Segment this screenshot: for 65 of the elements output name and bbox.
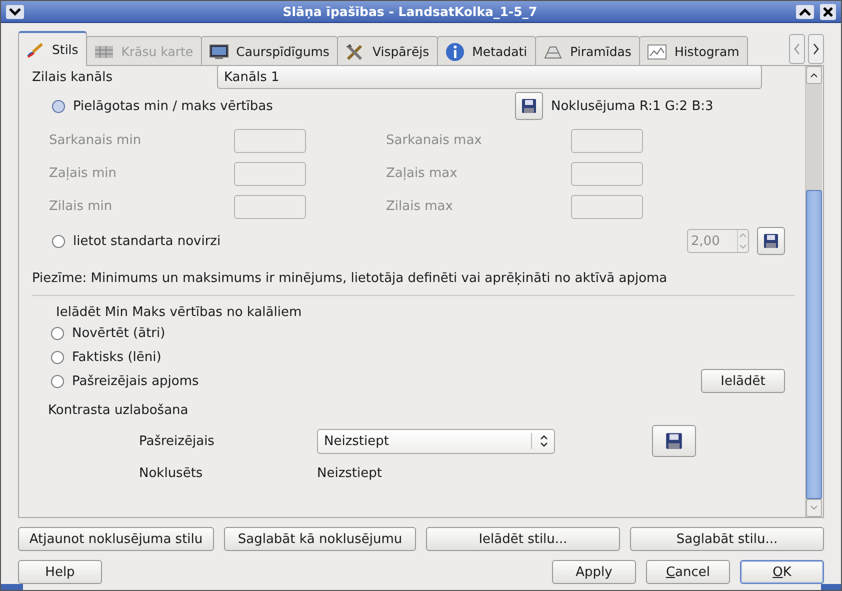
dialog-button[interactable]: Cancel <box>646 560 730 584</box>
style-button[interactable]: Atjaunot noklusējuma stilu <box>18 527 214 551</box>
radio-button[interactable] <box>52 234 65 248</box>
style-button[interactable]: Saglabāt stilu... <box>630 527 824 551</box>
scrollbar[interactable] <box>805 66 822 517</box>
tab[interactable]: Stils <box>18 31 88 66</box>
chart-icon <box>647 44 668 60</box>
radio-label: Pielāgotas min / maks vērtības <box>73 98 273 114</box>
input-field[interactable] <box>234 162 306 186</box>
field-label: Zaļais min <box>49 166 118 181</box>
chevron-down-icon[interactable] <box>6 4 24 18</box>
radio-button[interactable] <box>52 100 65 112</box>
chevron-right-icon[interactable] <box>808 34 824 64</box>
window-title: Slāņa īpašības - LandsatKolka_1-5_7 <box>282 4 538 19</box>
grid-icon <box>94 44 114 60</box>
channel-dropdown[interactable]: Kanāls 1 <box>217 66 762 89</box>
dialog-button[interactable]: OK <box>740 560 824 584</box>
dialog-button[interactable]: Apply <box>552 560 636 584</box>
field-label: Zilais min <box>49 199 114 214</box>
field-value: Neizstiept <box>317 466 382 480</box>
close-icon[interactable] <box>820 4 836 20</box>
contrast-dropdown[interactable]: Neizstiept <box>317 428 555 454</box>
radio-label: Faktisks (lēni) <box>72 350 162 364</box>
tab[interactable]: Caurspīdīgums <box>201 36 338 66</box>
default-bands-label: Noklusējuma R:1 G:2 B:3 <box>551 98 714 114</box>
note-text: Piezīme: Minimums un maksimums ir minējums, lietotāja definēti vai aprēķināti no aktīvā apjoma <box>32 270 668 288</box>
radio-label: Pašreizējais apjoms <box>72 374 199 388</box>
save-button[interactable] <box>757 227 785 255</box>
field-label: Sarkanais max <box>386 133 483 148</box>
save-button[interactable] <box>515 92 543 120</box>
group-title: Ielādēt Min Maks vērtības no kalāliem <box>56 305 303 321</box>
pyramid-icon <box>543 44 564 60</box>
radio-button[interactable] <box>51 326 64 340</box>
paintbrush-icon <box>25 40 45 58</box>
radio-label: lietot standarta novirzi <box>73 234 221 248</box>
section-title: Kontrasta uzlabošana <box>48 403 190 420</box>
tab[interactable]: Metadati <box>437 36 536 66</box>
info-icon <box>445 42 466 62</box>
load-button[interactable]: Ielādēt <box>701 369 785 393</box>
field-label: Zaļais max <box>386 166 458 181</box>
tab[interactable]: Vispārējs <box>337 36 438 66</box>
radio-button[interactable] <box>51 374 64 388</box>
chevron-down-icon <box>809 504 819 512</box>
input-field[interactable] <box>234 128 306 152</box>
help-button[interactable]: Help <box>18 560 102 584</box>
input-field[interactable] <box>571 194 643 218</box>
field-label: Noklusēts <box>139 466 204 480</box>
radio-label: Novērtēt (ātri) <box>72 326 166 340</box>
field-label: Zilais kanāls <box>32 70 114 84</box>
field-label: Sarkanais min <box>49 133 142 148</box>
chevron-up-icon[interactable] <box>796 4 814 18</box>
monitor-icon <box>209 44 230 60</box>
radio-button[interactable] <box>51 350 64 364</box>
tab[interactable]: Piramīdas <box>535 36 640 66</box>
save-button[interactable] <box>652 425 696 457</box>
style-button[interactable]: Ielādēt stilu... <box>426 527 620 551</box>
input-field[interactable] <box>571 162 643 186</box>
chevron-up-icon <box>809 71 819 79</box>
field-label: Zilais max <box>386 199 454 214</box>
tab[interactable]: Histogram <box>639 36 748 66</box>
field-label: Pašreizējais <box>139 434 216 448</box>
input-field[interactable] <box>571 128 643 152</box>
updown-caret-icon <box>540 435 548 447</box>
input-field[interactable] <box>234 194 306 218</box>
style-button[interactable]: Saglabāt kā noklusējumu <box>224 527 416 551</box>
